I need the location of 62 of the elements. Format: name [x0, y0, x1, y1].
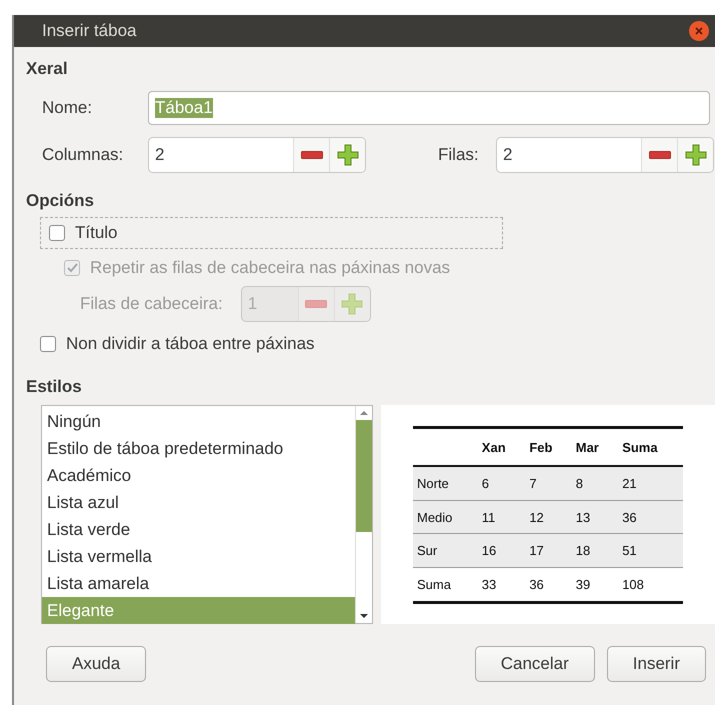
dialog-button[interactable]: Inserir [606, 646, 706, 682]
table-cell: 36 [618, 500, 683, 534]
scrollbar[interactable] [355, 406, 372, 623]
close-icon[interactable] [689, 21, 709, 41]
field-label: Columnas: [42, 145, 124, 165]
checkbox[interactable] [49, 225, 65, 241]
plus-icon [341, 293, 364, 315]
table-cell: 33 [478, 567, 526, 602]
field-value: Táboa1 [155, 98, 213, 118]
decrease-button[interactable] [293, 138, 329, 172]
list-item[interactable]: Lista vermella [42, 543, 355, 570]
list-item[interactable]: Lista amarela [42, 570, 355, 597]
table-cell: 21 [618, 466, 683, 500]
spin-value: 1 [246, 293, 258, 315]
table-cell: 108 [618, 567, 683, 602]
minus-icon [300, 151, 322, 159]
table-cell: 6 [478, 466, 526, 500]
style-list[interactable]: Ningún Estilo de táboa predeterminado Académico Lista azul Lista verde Lista vermella Lista amarela Elegante [41, 405, 373, 624]
spin-field[interactable]: 2 [148, 137, 366, 173]
table-cell: 17 [525, 534, 572, 568]
list-item[interactable]: Ningún [42, 408, 355, 435]
increase-button[interactable] [329, 138, 365, 172]
field-label: Nome: [42, 98, 94, 118]
list-item[interactable]: Académico [42, 462, 355, 489]
increase-button[interactable] [677, 138, 713, 172]
table-cell: 18 [572, 534, 618, 568]
checkbox-label: Título [75, 223, 118, 243]
row-header: Sur [413, 534, 478, 568]
plus-icon [336, 144, 358, 166]
spin-value: 2 [502, 144, 514, 166]
section-heading: Estilos [26, 377, 83, 397]
minus-icon [648, 151, 670, 159]
dialog-button[interactable]: Axuda [46, 646, 146, 682]
table-cell: 36 [525, 567, 572, 602]
list-item[interactable]: Lista verde [42, 516, 355, 543]
minus-icon [305, 300, 328, 308]
table-cell: 51 [618, 534, 683, 568]
table-cell: 11 [478, 500, 526, 534]
spin-value: 2 [154, 144, 166, 166]
dialog-button[interactable]: Cancelar [474, 646, 595, 682]
checkbox-label: Repetir as filas de cabeceira nas páxinas novas [90, 258, 450, 278]
table-cell: 16 [478, 534, 526, 568]
table-cell: 7 [525, 466, 572, 500]
table-cell: 39 [572, 567, 618, 602]
spin-field[interactable]: 2 [496, 137, 714, 173]
plus-icon [684, 144, 706, 166]
window-title: Inserir táboa [42, 21, 136, 41]
row-header: Suma [413, 567, 478, 602]
table-cell: 8 [572, 466, 618, 500]
decrease-button[interactable] [641, 138, 677, 172]
field-label: Filas: [438, 145, 480, 165]
section-heading: Xeral [26, 59, 69, 79]
table-cell: 13 [572, 500, 618, 534]
row-header: Norte [413, 466, 478, 500]
field-label: Filas de cabeceira: [80, 294, 223, 314]
checkbox-label: Non dividir a táboa entre páxinas [66, 334, 315, 354]
list-item[interactable]: Lista azul [42, 489, 355, 516]
checkbox[interactable] [40, 336, 56, 352]
row-header: Medio [413, 500, 478, 534]
table-cell: 12 [525, 500, 572, 534]
list-item[interactable]: Estilo de táboa predeterminado [42, 435, 355, 462]
section-heading: Opcións [26, 191, 96, 211]
